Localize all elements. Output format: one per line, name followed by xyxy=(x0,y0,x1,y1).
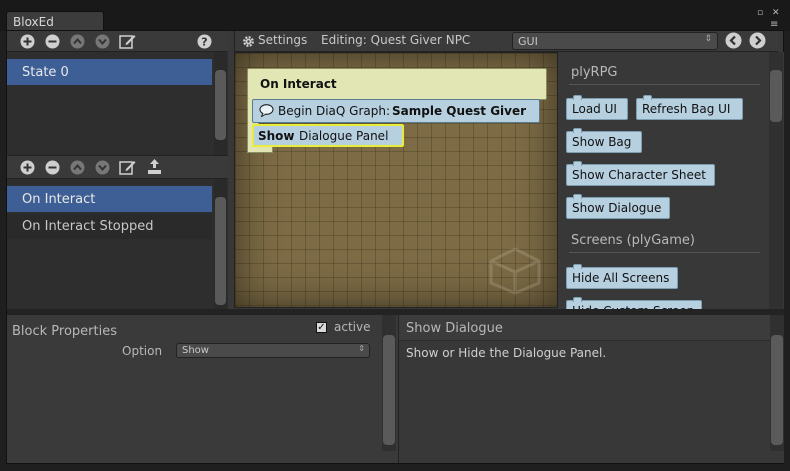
block-palette: plyRPG Load UI Refresh Bag UI Show Bag S… xyxy=(561,52,784,309)
palette-divider xyxy=(569,252,760,253)
gear-icon xyxy=(243,36,254,47)
option-label: Option xyxy=(122,344,163,358)
palette-scroll-thumb[interactable] xyxy=(770,70,782,122)
upload-icon xyxy=(148,159,161,174)
show-dialogue-text: Dialogue Panel xyxy=(299,129,389,143)
palette-block-hide-all-screens[interactable]: Hide All Screens xyxy=(566,264,678,289)
add-event-button[interactable] xyxy=(19,159,36,176)
down-icon xyxy=(95,34,110,49)
arrow-right-icon xyxy=(749,32,766,49)
plus-icon xyxy=(20,34,35,49)
palette-block-show-bag[interactable]: Show Bag xyxy=(566,128,642,153)
svg-text:?: ? xyxy=(201,36,207,49)
event-block-foot xyxy=(247,147,273,153)
down-icon xyxy=(95,160,110,175)
help-panel: Show Dialogue Show or Hide the Dialogue … xyxy=(398,315,784,463)
help-scroll-thumb[interactable] xyxy=(771,335,783,445)
palette-scrollbar[interactable] xyxy=(769,52,783,309)
palette-block-show-dialogue[interactable]: Show Dialogue xyxy=(566,194,670,219)
minus-icon xyxy=(45,160,60,175)
palette-section-screens: Screens (plyGame) xyxy=(571,233,696,248)
speech-bubble-icon xyxy=(259,104,274,117)
dropdown-arrows-icon: ⇕ xyxy=(704,34,712,44)
option-select[interactable]: Show ⇕ xyxy=(176,343,370,358)
palette-block-hide-custom-screen[interactable]: Hide Custom Screen xyxy=(566,297,702,309)
begin-diaq-graph-block[interactable]: Begin DiaQ Graph: Sample Quest Giver xyxy=(252,99,540,123)
block-properties-title: Block Properties xyxy=(12,324,117,339)
remove-state-button[interactable] xyxy=(44,33,61,50)
arrow-left-icon xyxy=(725,32,742,49)
palette-category-value: GUI xyxy=(518,35,538,48)
active-checkbox[interactable]: ✓ xyxy=(316,322,327,333)
active-label: active xyxy=(334,320,371,334)
edit-state-button[interactable] xyxy=(119,32,136,49)
remove-event-button[interactable] xyxy=(44,159,61,176)
properties-scroll-thumb[interactable] xyxy=(383,335,395,445)
states-list: State 0 xyxy=(7,52,228,155)
up-icon xyxy=(70,34,85,49)
maximize-icon[interactable]: ▫ xyxy=(757,9,763,18)
show-dialogue-keyword: Show xyxy=(258,129,295,143)
help-description: Show or Hide the Dialogue Panel. xyxy=(406,346,607,360)
states-toolbar: ? xyxy=(7,31,228,52)
help-icon: ? xyxy=(197,34,212,49)
move-state-up-button[interactable] xyxy=(69,33,86,50)
palette-divider xyxy=(569,84,760,85)
edit-event-button[interactable] xyxy=(119,158,136,175)
properties-scrollbar[interactable] xyxy=(382,315,396,451)
export-event-button[interactable] xyxy=(146,158,163,175)
edit-icon xyxy=(119,160,136,175)
palette-block-show-character-sheet[interactable]: Show Character Sheet xyxy=(566,161,715,186)
states-scrollbar[interactable] xyxy=(214,52,227,155)
events-scrollbar[interactable] xyxy=(214,179,227,309)
events-list: On Interact On Interact Stopped xyxy=(7,179,228,309)
minus-icon xyxy=(45,34,60,49)
event-block-on-interact[interactable]: On Interact xyxy=(247,68,547,100)
close-icon[interactable]: ✕ xyxy=(772,9,780,18)
show-dialogue-block[interactable]: Show Dialogue Panel xyxy=(252,124,404,147)
palette-section-plyrpg: plyRPG xyxy=(571,65,618,80)
events-toolbar xyxy=(7,155,228,179)
cube-watermark-icon xyxy=(489,247,541,295)
move-event-down-button[interactable] xyxy=(94,159,111,176)
palette-category-select[interactable]: GUI ⇕ xyxy=(512,32,718,50)
move-state-down-button[interactable] xyxy=(94,33,111,50)
option-value: Show xyxy=(182,345,209,356)
begin-diaq-graph-name: Sample Quest Giver xyxy=(392,104,527,118)
palette-toolbar: GUI ⇕ xyxy=(512,31,778,52)
palette-block-refresh-bag-ui[interactable]: Refresh Bag UI xyxy=(636,95,743,120)
help-scrollbar[interactable] xyxy=(770,315,784,451)
events-scroll-thumb[interactable] xyxy=(215,197,226,305)
state-item[interactable]: State 0 xyxy=(7,59,212,85)
block-properties-panel: Block Properties ✓ active Option Show ⇕ xyxy=(7,315,398,463)
help-title: Show Dialogue xyxy=(406,321,503,336)
palette-prev-button[interactable] xyxy=(725,32,742,49)
begin-diaq-prefix: Begin DiaQ Graph: xyxy=(278,104,391,118)
window-tab[interactable]: BloxEd xyxy=(6,11,104,31)
window-titlebar xyxy=(0,0,790,31)
add-state-button[interactable] xyxy=(19,33,36,50)
event-item-on-interact[interactable]: On Interact xyxy=(7,186,212,212)
move-event-up-button[interactable] xyxy=(69,159,86,176)
blocks-canvas[interactable]: On Interact Begin DiaQ Graph: Sample Que… xyxy=(234,52,558,308)
plus-icon xyxy=(20,160,35,175)
window-menu-icon[interactable]: ≡ xyxy=(770,20,778,30)
states-scroll-thumb[interactable] xyxy=(215,70,226,140)
edit-icon xyxy=(119,34,136,49)
palette-next-button[interactable] xyxy=(749,32,766,49)
up-icon xyxy=(70,160,85,175)
dropdown-arrows-icon: ⇕ xyxy=(358,344,365,353)
settings-label: Settings xyxy=(258,33,308,47)
palette-block-load-ui[interactable]: Load UI xyxy=(566,95,628,120)
editing-label: Editing: Quest Giver NPC xyxy=(321,33,471,47)
event-block-label: On Interact xyxy=(260,77,337,91)
event-item-on-interact-stopped[interactable]: On Interact Stopped xyxy=(7,213,212,239)
help-button[interactable]: ? xyxy=(196,33,213,50)
